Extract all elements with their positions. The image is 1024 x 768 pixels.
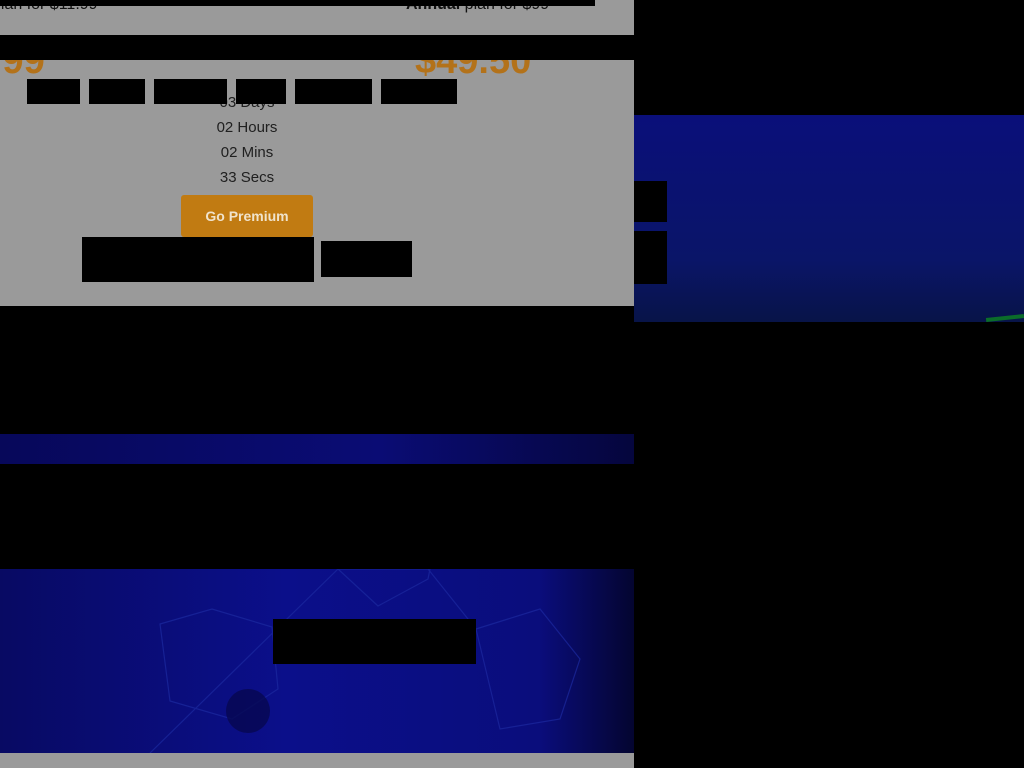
- side-banner: [634, 115, 1024, 322]
- go-premium-button[interactable]: Go Premium: [181, 195, 313, 237]
- redaction-bar: [0, 35, 634, 60]
- countdown-hours: 02 Hours: [216, 119, 278, 136]
- hero-shape: [226, 689, 270, 733]
- redaction-box: [295, 79, 372, 104]
- countdown-mins: 02 Mins: [220, 144, 274, 161]
- redaction-box: [154, 79, 227, 104]
- redaction-box: [634, 231, 667, 284]
- redaction-bar: [0, 0, 595, 6]
- redaction-box: [236, 79, 286, 104]
- redaction-box: [89, 79, 145, 104]
- redaction-box: [273, 619, 476, 664]
- countdown-secs: 33 Secs: [219, 169, 275, 186]
- hero-banner: [0, 569, 634, 753]
- footer-strip: [0, 753, 634, 768]
- redaction-box: [321, 241, 412, 277]
- pricing-panel: plan for $11.99 Annual plan for $99 .99 …: [0, 0, 634, 306]
- redaction-box: [634, 181, 667, 222]
- redaction-box: [82, 237, 314, 282]
- section-band: [0, 434, 634, 464]
- page: plan for $11.99 Annual plan for $99 .99 …: [0, 0, 1024, 768]
- redaction-box: [381, 79, 457, 104]
- redaction-box: [27, 79, 80, 104]
